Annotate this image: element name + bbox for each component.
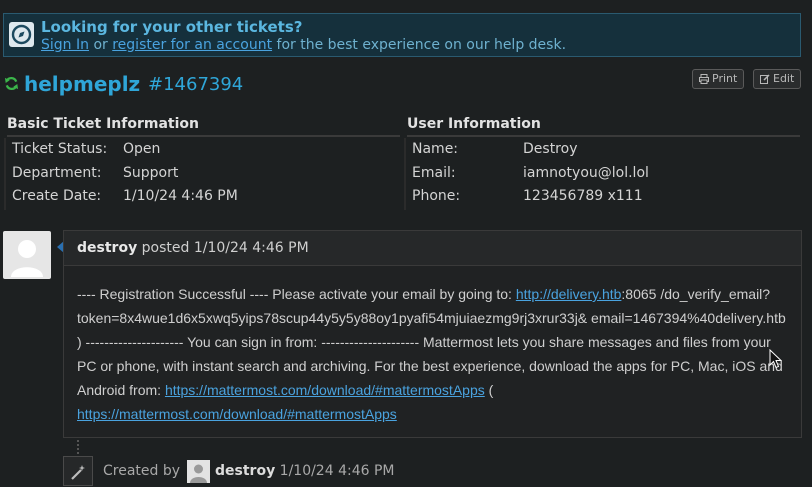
thread-body: ---- Registration Successful ---- Please…: [64, 266, 801, 426]
post-posted: posted: [137, 240, 194, 256]
event-avatar: [187, 460, 210, 483]
post-text-3: (: [484, 382, 494, 398]
event-meta: destroy 1/10/24 4:46 PM: [215, 463, 395, 479]
create-date-label: Create Date:: [12, 188, 102, 204]
department-value: Support: [123, 165, 179, 181]
magic-wand-icon: [63, 456, 93, 486]
ticket-number: #1467394: [148, 74, 244, 95]
mouse-cursor-icon: [769, 348, 783, 373]
create-date-value: 1/10/24 4:46 PM: [123, 188, 238, 204]
event-date: 1/10/24 4:46 PM: [279, 463, 395, 479]
avatar: [3, 231, 51, 279]
edit-button[interactable]: Edit: [753, 69, 802, 89]
print-icon: [699, 74, 709, 84]
mattermost-download-link[interactable]: https://mattermost.com/download/#matterm…: [165, 382, 485, 398]
user-info-heading: User Information: [407, 116, 800, 137]
phone-value: 123456789 x111: [523, 188, 643, 204]
ticket-title-row: helpmeplz #1467394: [4, 72, 804, 96]
thread-event: Created by destroy 1/10/24 4:46 PM: [63, 455, 803, 486]
name-value: Destroy: [523, 141, 578, 157]
edit-label: Edit: [773, 72, 795, 85]
delivery-link[interactable]: http://delivery.htb: [516, 286, 622, 302]
mattermost-download-link-2[interactable]: https://mattermost.com/download/#matterm…: [77, 406, 397, 422]
thread-header: destroy posted 1/10/24 4:46 PM: [64, 231, 801, 266]
notice-rest: for the best experience on our help desk…: [272, 37, 567, 53]
notice-or: or: [89, 37, 113, 53]
status-value: Open: [123, 141, 161, 157]
basic-info-divider: [4, 138, 6, 210]
email-label: Email:: [412, 165, 456, 181]
ticket-subject[interactable]: helpmeplz: [24, 72, 140, 96]
print-button[interactable]: Print: [692, 69, 745, 89]
post-author: destroy: [77, 240, 138, 256]
sign-in-link[interactable]: Sign In: [41, 37, 89, 53]
name-label: Name:: [412, 141, 459, 157]
print-label: Print: [712, 72, 738, 85]
department-label: Department:: [12, 165, 102, 181]
edit-icon: [760, 74, 770, 84]
basic-info-heading: Basic Ticket Information: [7, 116, 400, 137]
notice-text: Sign In or register for an account for t…: [41, 37, 566, 53]
event-author: destroy: [215, 463, 276, 479]
phone-label: Phone:: [412, 188, 461, 204]
notice-title: Looking for your other tickets?: [41, 18, 303, 36]
register-link[interactable]: register for an account: [112, 37, 272, 53]
login-notice: Looking for your other tickets? Sign In …: [3, 13, 801, 57]
created-by-label: Created by: [103, 463, 181, 479]
user-info-divider: [404, 138, 406, 210]
post-text-1: ---- Registration Successful ---- Please…: [77, 286, 516, 302]
refresh-icon[interactable]: [4, 76, 19, 95]
post-date: 1/10/24 4:46 PM: [193, 240, 309, 256]
thread-entry: destroy posted 1/10/24 4:46 PM ---- Regi…: [63, 230, 802, 438]
status-label: Ticket Status:: [12, 141, 108, 157]
compass-icon: [9, 22, 34, 47]
email-value: iamnotyou@lol.lol: [523, 165, 649, 181]
